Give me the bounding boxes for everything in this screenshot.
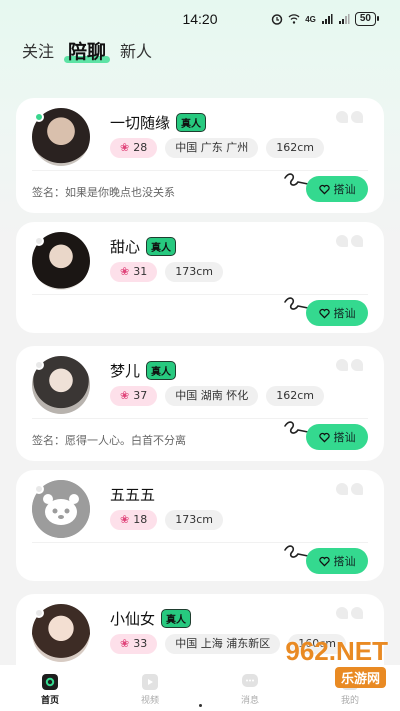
nav-home[interactable]: 首页	[20, 673, 80, 706]
tag-row: ❀ 31 173cm	[110, 262, 223, 282]
nav-home-label: 首页	[40, 696, 59, 706]
divider	[32, 294, 368, 295]
info-tag: 162cm	[266, 386, 324, 406]
greet-button[interactable]: 搭讪	[306, 548, 368, 574]
watermark-text: 962.NET	[285, 636, 388, 666]
page-indicator-dot	[199, 704, 202, 707]
charm-tag: ❀ 18	[110, 510, 158, 530]
status-icons: 4G 50	[271, 12, 380, 26]
charm-tag: ❀ 31	[110, 262, 158, 282]
user-card[interactable]: 五五五 ❀ 18 173cm 搭讪	[16, 470, 384, 581]
signature-text: 签名：如果是你晚点也没关系	[32, 186, 175, 199]
tab-follow[interactable]: 关注	[22, 40, 54, 64]
charm-icon: ❀	[120, 141, 130, 154]
info-tag: 中国 湖南 怀化	[165, 386, 259, 406]
online-status-dot	[34, 236, 44, 246]
heart-icon	[318, 556, 330, 567]
signal-icon	[321, 14, 333, 24]
status-bar: 14:20 4G 50	[0, 0, 400, 38]
name-row: 五五五	[110, 484, 155, 505]
charm-icon: ❀	[120, 265, 130, 278]
signature-text: 签名：愿得一人心。白首不分离	[32, 434, 186, 447]
tab-chat-companion[interactable]: 陪聊	[64, 40, 111, 64]
user-card[interactable]: 一切随缘 真人 ❀ 28 中国 广东 广州 162cm 签名：如果是你晚点也没关系 搭讪	[16, 98, 384, 213]
verified-badge: 真人	[176, 113, 207, 132]
info-tag: 中国 广东 广州	[165, 138, 259, 158]
greet-button[interactable]: 搭讪	[306, 176, 368, 202]
greet-label: 搭讪	[333, 307, 356, 320]
quote-decoration-icon	[336, 356, 368, 371]
greet-label: 搭讪	[333, 183, 356, 196]
user-card[interactable]: 甜心 真人 ❀ 31 173cm 搭讪	[16, 222, 384, 333]
nav-video-label: 视频	[140, 696, 159, 706]
heart-icon	[318, 432, 330, 443]
charm-value: 18	[133, 513, 148, 526]
watermark-sub: 乐游网	[334, 667, 386, 688]
user-name: 梦儿	[110, 362, 141, 380]
name-row: 一切随缘 真人	[110, 112, 207, 133]
user-name: 五五五	[110, 486, 156, 504]
heart-icon	[318, 308, 330, 319]
info-tag: 173cm	[165, 262, 223, 282]
greet-button[interactable]: 搭讪	[306, 424, 368, 450]
charm-icon: ❀	[120, 637, 130, 650]
name-row: 甜心 真人	[110, 236, 177, 257]
video-icon	[142, 674, 158, 690]
greet-label: 搭讪	[333, 555, 356, 568]
charm-value: 37	[133, 389, 148, 402]
tag-row: ❀ 37 中国 湖南 怀化 162cm	[110, 386, 324, 406]
verified-badge: 真人	[146, 237, 177, 256]
user-name: 甜心	[110, 238, 141, 256]
charm-value: 33	[133, 637, 148, 650]
charm-tag: ❀ 33	[110, 634, 158, 654]
charm-value: 31	[133, 265, 148, 278]
online-status-dot	[34, 484, 44, 494]
charm-icon: ❀	[120, 389, 130, 402]
greet-area: 搭讪	[284, 421, 368, 452]
site-watermark: 962.NET 乐游网	[244, 636, 392, 706]
divider	[32, 418, 368, 419]
nav-video[interactable]: 视频	[120, 673, 180, 706]
quote-decoration-icon	[336, 480, 368, 495]
verified-badge: 真人	[146, 361, 177, 380]
tab-newcomers[interactable]: 新人	[120, 40, 152, 64]
tag-row: ❀ 28 中国 广东 广州 162cm	[110, 138, 324, 158]
info-tag: 173cm	[165, 510, 223, 530]
divider	[32, 542, 368, 543]
greet-label: 搭讪	[333, 431, 356, 444]
greet-button[interactable]: 搭讪	[306, 300, 368, 326]
wifi-icon	[288, 14, 300, 24]
quote-decoration-icon	[336, 108, 368, 123]
network-type: 4G	[305, 14, 316, 24]
divider	[32, 170, 368, 171]
charm-icon: ❀	[120, 513, 130, 526]
greet-area: 搭讪	[284, 173, 368, 204]
info-tag: 162cm	[266, 138, 324, 158]
heart-icon	[318, 184, 330, 195]
greet-area: 搭讪	[284, 545, 368, 576]
user-name: 小仙女	[110, 610, 156, 628]
verified-badge: 真人	[161, 609, 192, 628]
charm-tag: ❀ 28	[110, 138, 158, 158]
user-name: 一切随缘	[110, 114, 171, 132]
online-status-dot	[34, 608, 44, 618]
quote-decoration-icon	[336, 604, 368, 619]
user-card[interactable]: 梦儿 真人 ❀ 37 中国 湖南 怀化 162cm 签名：愿得一人心。白首不分离 搭讪	[16, 346, 384, 461]
quote-decoration-icon	[336, 232, 368, 247]
greet-area: 搭讪	[284, 297, 368, 328]
signal-icon-2	[338, 14, 350, 24]
alarm-icon	[271, 14, 283, 25]
battery-indicator: 50	[354, 12, 380, 26]
home-icon	[42, 674, 58, 690]
name-row: 小仙女 真人	[110, 608, 192, 629]
online-status-dot	[34, 112, 44, 122]
tag-row: ❀ 18 173cm	[110, 510, 223, 530]
charm-tag: ❀ 37	[110, 386, 158, 406]
online-status-dot	[34, 360, 44, 370]
top-tabs: 关注 陪聊 新人	[22, 40, 152, 64]
name-row: 梦儿 真人	[110, 360, 177, 381]
charm-value: 28	[133, 141, 148, 154]
